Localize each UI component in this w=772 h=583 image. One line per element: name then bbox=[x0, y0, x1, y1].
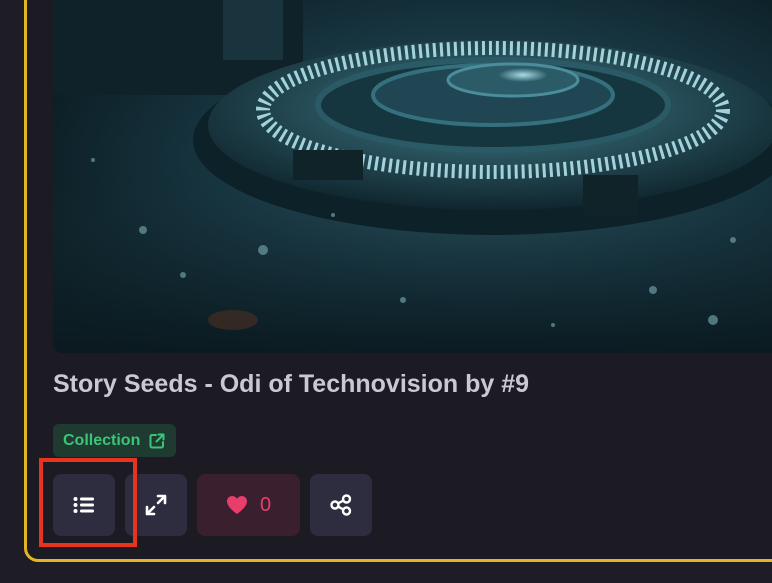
share-icon bbox=[330, 494, 352, 516]
like-count: 0 bbox=[259, 493, 272, 516]
expand-button[interactable] bbox=[125, 474, 187, 536]
collection-label: Collection bbox=[63, 431, 141, 449]
external-link-icon bbox=[148, 432, 166, 450]
share-button[interactable] bbox=[310, 474, 372, 536]
heart-icon bbox=[226, 495, 248, 515]
list-icon bbox=[73, 496, 95, 514]
like-button[interactable]: 0 bbox=[197, 474, 300, 536]
expand-icon bbox=[145, 494, 167, 516]
list-view-button[interactable] bbox=[53, 474, 115, 536]
collection-link[interactable]: Collection bbox=[53, 424, 177, 457]
item-title: Story Seeds - Odi of Technovision by #9 bbox=[53, 370, 530, 398]
artwork-image[interactable] bbox=[53, 0, 772, 353]
